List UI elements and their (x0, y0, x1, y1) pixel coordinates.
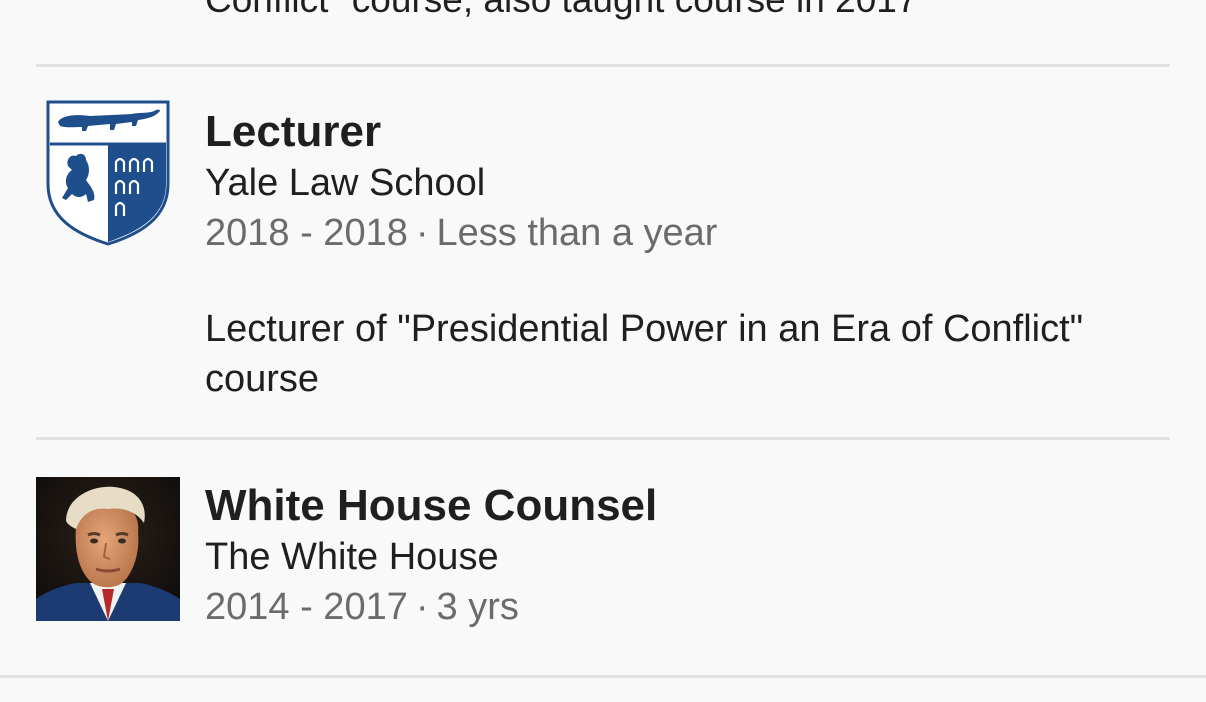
portrait-photo-icon[interactable] (36, 477, 180, 621)
company-name: Yale Law School (205, 162, 486, 204)
entry-text: Lecturer Yale Law School 2018 - 2018 · Les… (205, 106, 1165, 404)
job-title: Lecturer (205, 107, 382, 156)
duration: Less than a year (436, 212, 718, 254)
date-range: 2014 - 2017 (205, 586, 408, 628)
yale-law-school-logo-icon[interactable] (36, 100, 180, 246)
date-range: 2018 - 2018 (205, 212, 408, 254)
previous-entry-description-tail: Conflict" course; also taught course in … (205, 0, 917, 22)
dot-separator: · (415, 212, 429, 254)
employment-dates: 2018 - 2018 · Less than a year (205, 208, 1165, 258)
duration: 3 yrs (436, 586, 519, 628)
experience-entry-lecturer[interactable]: Lecturer Yale Law School 2018 - 2018 · Les… (0, 68, 1206, 436)
section-divider (0, 675, 1206, 678)
employment-dates: 2014 - 2017 · 3 yrs (205, 582, 1165, 632)
job-title: White House Counsel (205, 481, 658, 530)
company-name: The White House (205, 536, 499, 578)
dot-separator: · (415, 586, 429, 628)
job-description: Lecturer of "Presidential Power in an Er… (205, 308, 1084, 400)
entry-divider (36, 64, 1170, 67)
experience-entry-white-house-counsel[interactable]: White House Counsel The White House 2014… (0, 440, 1206, 674)
entry-text: White House Counsel The White House 2014… (205, 480, 1165, 632)
